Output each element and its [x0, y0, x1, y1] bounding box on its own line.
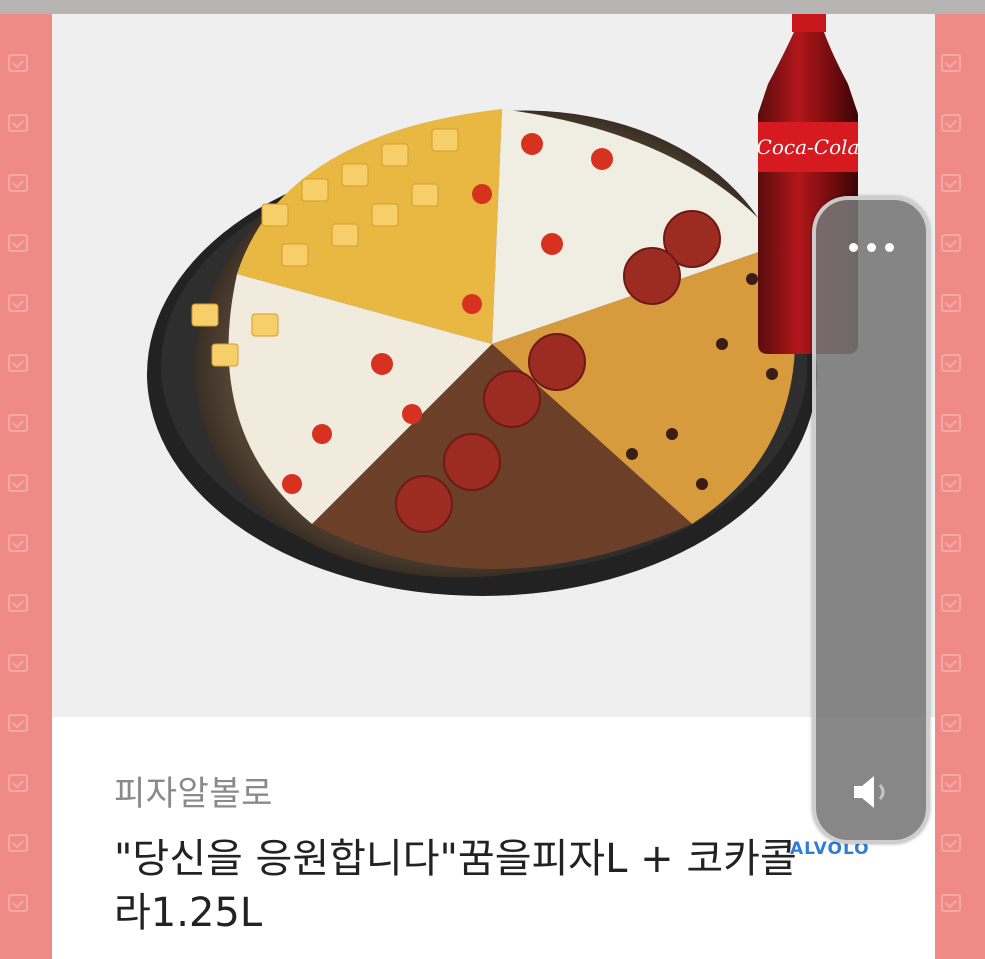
background-pattern-right	[935, 14, 985, 959]
volume-button[interactable]	[850, 770, 892, 814]
more-options-button[interactable]	[830, 232, 912, 262]
floating-control-panel[interactable]	[812, 196, 930, 844]
speaker-icon	[854, 776, 885, 808]
background-pattern-left	[0, 14, 52, 959]
pizza-and-cola-image: Coca-Cola	[147, 14, 860, 596]
product-photo: Coca-Cola	[52, 14, 935, 717]
status-bar	[0, 0, 985, 14]
svg-text:Coca-Cola: Coca-Cola	[757, 135, 860, 159]
product-title: "당신을 응원합니다"꿈을피자L + 코카콜라1.25L	[114, 836, 797, 936]
store-name: 피자알볼로	[114, 774, 273, 814]
more-horizontal-icon	[848, 242, 858, 252]
product-card[interactable]: Coca-Cola 피자알볼로 "당신을 응원합니다"꿈을피자L + 코카콜라1…	[52, 14, 935, 959]
